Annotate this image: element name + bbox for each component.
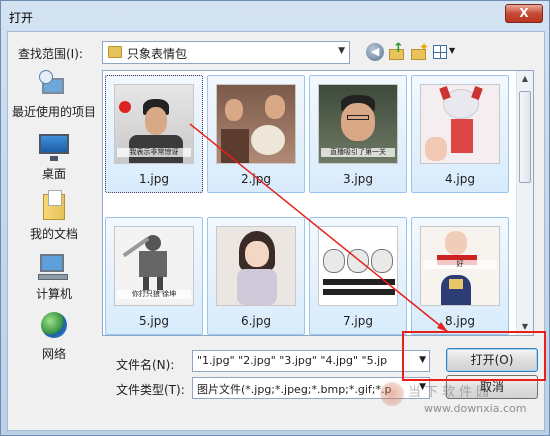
back-icon[interactable]: ◀ — [366, 43, 384, 61]
places-bar: 最近使用的项目 桌面 我的文档 计算机 网络 — [10, 70, 98, 380]
thumbnail-caption: 直播吸引了第一关 — [321, 148, 395, 157]
thumbnail-caption: 我表示非常惊讶 — [117, 148, 191, 157]
vertical-scrollbar[interactable]: ▲ ▼ — [516, 71, 533, 335]
filename-input[interactable]: "1.jpg" "2.jpg" "3.jpg" "4.jpg" "5.jp ▼ — [192, 350, 430, 372]
place-label: 最近使用的项目 — [11, 105, 96, 119]
file-item[interactable]: 好 8.jpg — [411, 217, 509, 335]
file-name: 6.jpg — [240, 314, 272, 328]
file-name: 3.jpg — [342, 172, 374, 186]
chevron-down-icon: ▼ — [338, 46, 345, 56]
up-folder-icon[interactable]: ↑ — [388, 41, 406, 61]
scroll-up-icon[interactable]: ▲ — [517, 71, 533, 87]
place-desktop[interactable]: 桌面 — [10, 132, 98, 182]
file-name: 1.jpg — [138, 172, 170, 186]
close-button[interactable]: X — [505, 4, 543, 23]
recent-items-icon — [39, 70, 69, 100]
place-recent-items[interactable]: 最近使用的项目 — [10, 70, 98, 120]
thumbnail-caption: 好 — [423, 260, 497, 269]
file-list[interactable]: 我表示非常惊讶 1.jpg 2.jpg 直播吸引了第一关 3.jpg 4.jpg — [102, 70, 534, 336]
file-name: 7.jpg — [342, 314, 374, 328]
window-title: 打开 — [9, 11, 34, 25]
annotation-highlight-box — [402, 331, 546, 381]
filetype-value: 图片文件(*.jpg;*.jpeg;*.bmp;*.gif;*.p — [197, 383, 392, 396]
file-name: 2.jpg — [240, 172, 272, 186]
place-label: 我的文档 — [29, 227, 78, 241]
file-thumbnail: 好 — [420, 226, 500, 306]
file-item[interactable]: 7.jpg — [309, 217, 407, 335]
thumbnail-caption: 你打只狼 徐坤 — [117, 290, 191, 299]
lookin-value: 只象表情包 — [127, 47, 188, 61]
place-label: 网络 — [41, 347, 66, 361]
my-documents-icon — [39, 190, 69, 222]
file-name: 8.jpg — [444, 314, 476, 328]
folder-icon — [108, 46, 122, 58]
file-item[interactable]: 直播吸引了第一关 3.jpg — [309, 75, 407, 193]
file-item[interactable]: 4.jpg — [411, 75, 509, 193]
watermark-url: www.downxia.com — [424, 402, 527, 415]
watermark-text: 当下软件园 — [408, 385, 494, 400]
views-icon[interactable]: ▼ — [432, 43, 458, 61]
file-thumbnail: 我表示非常惊讶 — [114, 84, 194, 164]
watermark-logo-icon — [380, 382, 404, 406]
place-network[interactable]: 网络 — [10, 310, 98, 362]
lookin-dropdown[interactable]: 只象表情包 ▼ — [102, 41, 350, 64]
scrollbar-thumb[interactable] — [519, 91, 531, 183]
new-folder-icon[interactable]: ✦ — [410, 40, 429, 61]
place-computer[interactable]: 计算机 — [10, 252, 98, 302]
title-bar[interactable]: 打开 X — [1, 1, 549, 31]
file-name: 5.jpg — [138, 314, 170, 328]
file-thumbnail — [318, 226, 398, 306]
file-item[interactable]: 你打只狼 徐坤 5.jpg — [105, 217, 203, 335]
file-name: 4.jpg — [444, 172, 476, 186]
place-label: 计算机 — [35, 287, 72, 301]
file-thumbnail: 直播吸引了第一关 — [318, 84, 398, 164]
file-item[interactable]: 6.jpg — [207, 217, 305, 335]
lookin-label: 查找范围(I): — [18, 47, 83, 61]
file-item[interactable]: 2.jpg — [207, 75, 305, 193]
filetype-label: 文件类型(T): — [116, 383, 185, 397]
file-thumbnail — [420, 84, 500, 164]
place-label: 桌面 — [41, 167, 66, 181]
file-item[interactable]: 我表示非常惊讶 1.jpg — [105, 75, 203, 193]
place-my-documents[interactable]: 我的文档 — [10, 190, 98, 242]
file-thumbnail: 你打只狼 徐坤 — [114, 226, 194, 306]
computer-icon — [38, 252, 70, 282]
file-thumbnail — [216, 226, 296, 306]
file-thumbnail — [216, 84, 296, 164]
network-icon — [39, 310, 69, 342]
desktop-icon — [37, 132, 71, 162]
filename-label: 文件名(N): — [116, 358, 175, 372]
filename-value: "1.jpg" "2.jpg" "3.jpg" "4.jpg" "5.jp — [197, 354, 388, 367]
